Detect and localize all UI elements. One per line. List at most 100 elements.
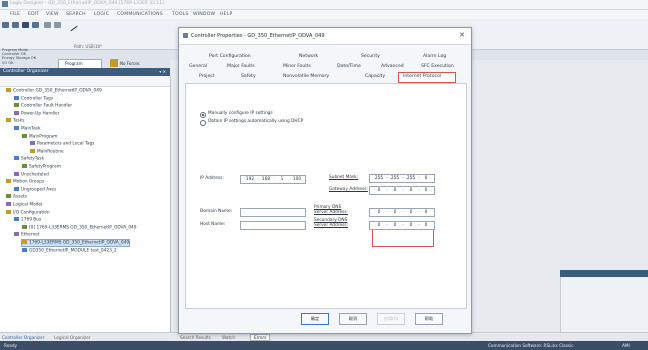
secondary-dns-octet-3: 0: [409, 223, 413, 228]
tree-item[interactable]: 1769-L33ERMS GD_350_EthernetIP_ODVA_049: [20, 239, 131, 247]
primary-dns-octet-1: 0: [377, 210, 381, 215]
menu-view[interactable]: VIEW: [46, 12, 59, 17]
print-icon[interactable]: [32, 22, 39, 28]
tree-item-label: SafetyTask: [21, 156, 45, 162]
tree-item[interactable]: Ethernet: [14, 232, 40, 238]
tab-major-faults[interactable]: Major Faults: [227, 64, 255, 69]
window-title: Logix Designer - GD_350_EthernetIP_ODVA_…: [10, 1, 164, 6]
forces-label[interactable]: No Forces: [120, 61, 140, 66]
cancel-button[interactable]: 取消: [339, 313, 367, 325]
tree-item[interactable]: Parameters and Local Tags: [30, 141, 94, 147]
dialog-title-bar: Controller Properties - GD_350_EthernetI…: [179, 28, 471, 45]
primary-dns-octet-4: 0: [424, 210, 428, 215]
copy-icon[interactable]: [54, 22, 61, 28]
tab-project[interactable]: Project: [199, 74, 215, 79]
primary-dns-field[interactable]: 0 . 0 . 0 . 0: [369, 208, 435, 217]
open-icon[interactable]: [12, 22, 19, 28]
menu-tools[interactable]: TOOLS: [172, 12, 189, 17]
ip-dot: .: [418, 209, 420, 214]
tab-security[interactable]: Security: [361, 54, 380, 59]
tree-item[interactable]: MainTask: [14, 126, 41, 132]
tree-item[interactable]: 1769 Bus: [14, 217, 41, 223]
apply-button[interactable]: 应用(A): [377, 313, 405, 325]
tree-item[interactable]: Controller Tags: [14, 95, 53, 101]
tree-node-icon: [22, 240, 27, 244]
tree-node-icon: [14, 171, 19, 176]
close-icon[interactable]: ✕: [459, 31, 465, 39]
host-name-field[interactable]: [240, 221, 306, 230]
tab-capacity[interactable]: Capacity: [365, 74, 385, 79]
tab-safety[interactable]: Safety: [241, 74, 256, 79]
gateway-address-label: Gateway Address:: [329, 187, 368, 192]
tree-node-icon: [6, 202, 11, 206]
dhcp-radio[interactable]: [200, 120, 206, 126]
organizer-title: Controller Organizer: [3, 69, 49, 74]
gateway-address-field[interactable]: 0 . 0 . 0 . 0: [369, 186, 435, 195]
tree-item[interactable]: Unscheduled: [14, 171, 49, 177]
tree-item[interactable]: Ungrouped Axes: [14, 186, 56, 192]
tree-item[interactable]: Power-Up Handler: [14, 110, 60, 117]
menu-search[interactable]: SEARCH: [66, 12, 86, 17]
tree-item[interactable]: MainRoutine: [30, 148, 64, 154]
tab-minor-faults[interactable]: Minor Faults: [283, 64, 311, 69]
cut-icon[interactable]: [44, 22, 51, 28]
tree-item[interactable]: Controller GD_350_EthernetIP_ODVA_049: [6, 88, 102, 94]
ip-dot: .: [418, 222, 420, 227]
tab-watch[interactable]: Watch: [222, 335, 235, 340]
tab-nonvolatile-memory[interactable]: Nonvolatile Memory: [283, 74, 329, 79]
help-button[interactable]: 帮助: [415, 313, 443, 325]
save-icon[interactable]: [22, 22, 29, 28]
tree-item-label: GD350_EthernetIP_MODULE test_0423_2: [29, 248, 117, 254]
ip-dot: .: [386, 222, 388, 227]
menu-file[interactable]: FILE: [10, 12, 20, 17]
tree-item-label: SafetyProgram: [29, 164, 61, 170]
ok-button[interactable]: 确定: [301, 313, 329, 325]
secondary-dns-field[interactable]: 0 . 0 . 0 . 0: [369, 221, 435, 230]
tab-alarm-log[interactable]: Alarm Log: [423, 54, 446, 59]
tree-item[interactable]: Controller Fault Handler: [14, 103, 72, 109]
tab-errors[interactable]: Errors: [250, 334, 271, 341]
tab-search-results[interactable]: Search Results: [180, 335, 211, 340]
tab-advanced[interactable]: Advanced: [381, 64, 404, 69]
new-icon[interactable]: [2, 22, 9, 28]
tree-item[interactable]: Tasks: [6, 118, 25, 124]
menu-window[interactable]: WINDOW: [193, 12, 215, 17]
ip-dot: .: [257, 176, 259, 181]
manual-ip-radio[interactable]: [200, 112, 206, 118]
tree-item[interactable]: GD350_EthernetIP_MODULE test_0423_2: [22, 247, 117, 254]
tree-item[interactable]: I/O Configuration: [6, 209, 50, 215]
tab-controller-organizer[interactable]: Controller Organizer: [2, 335, 44, 340]
tree-node-icon: [6, 118, 11, 123]
tree-item[interactable]: SafetyTask: [14, 156, 44, 162]
menu-edit[interactable]: EDIT: [28, 12, 39, 17]
menu-logic[interactable]: LOGIC: [94, 12, 109, 17]
tree-item[interactable]: [0] 1769-L33ERMS GD_350_EthernetIP_ODVA_…: [22, 224, 137, 230]
ip-address-field[interactable]: 192 . 168 . 1 . 100: [240, 175, 306, 184]
secondary-dns-octet-2: 0: [393, 223, 397, 228]
tree-node-icon: [22, 164, 27, 168]
tree-item-label: Power-Up Handler: [21, 111, 60, 117]
menu-communications[interactable]: COMMUNICATIONS: [117, 12, 163, 17]
pin-icon[interactable]: ▾ ✕: [159, 68, 166, 76]
tab-date-time[interactable]: Date/Time: [337, 64, 361, 69]
subnet-mask-field[interactable]: 255 . 255 . 255 . 0: [369, 174, 435, 183]
tree-node-icon: [6, 194, 11, 199]
tree-item[interactable]: Assets: [6, 194, 27, 200]
tab-internet-protocol[interactable]: Internet Protocol: [403, 74, 441, 79]
tab-network[interactable]: Network: [299, 54, 318, 59]
domain-name-field[interactable]: [240, 208, 306, 217]
tree-item[interactable]: SafetyProgram: [22, 164, 61, 170]
tab-general[interactable]: General: [189, 64, 207, 69]
tree-item-label: Tasks: [13, 118, 25, 124]
ip-dot: .: [273, 176, 275, 181]
tab-logical-organizer[interactable]: Logical Organizer: [54, 335, 91, 340]
tree-node-icon: [30, 141, 35, 146]
tree-item[interactable]: MainProgram: [22, 133, 57, 139]
tab-port-configuration[interactable]: Port Configuration: [209, 54, 251, 59]
menu-help[interactable]: HELP: [220, 12, 233, 17]
tree-node-icon: [14, 217, 19, 222]
gateway-octet-4: 0: [424, 188, 428, 193]
tab-sfc-execution[interactable]: SFC Execution: [421, 64, 454, 69]
tree-item[interactable]: Logical Model: [6, 202, 42, 208]
tree-item[interactable]: Motion Groups: [6, 179, 44, 185]
